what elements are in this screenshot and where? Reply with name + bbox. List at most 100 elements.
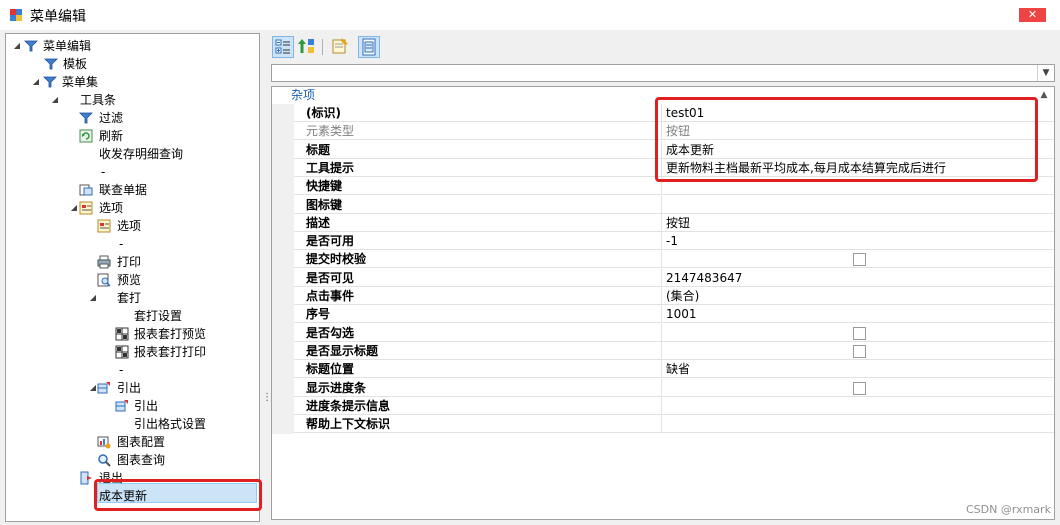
- property-name: 显示进度条: [306, 380, 367, 395]
- tree-node[interactable]: -: [6, 361, 256, 379]
- tree-node[interactable]: -: [6, 235, 256, 253]
- property-row[interactable]: 显示进度条: [294, 378, 1054, 397]
- expand-arrow-icon[interactable]: ◢: [50, 91, 60, 109]
- tree-node-label: 图表查询: [117, 453, 166, 467]
- properties-icon: [362, 38, 376, 56]
- property-row[interactable]: 序号 1001: [294, 305, 1054, 324]
- column-divider[interactable]: [661, 250, 662, 269]
- tree-node[interactable]: 刷新: [6, 127, 256, 145]
- tree-node-label: 刷新: [99, 129, 124, 143]
- column-divider[interactable]: [661, 268, 662, 287]
- menu-tree[interactable]: ◢ 菜单编辑 模板 ◢ 菜单集 ◢ 工具条 过滤 刷新 收发存明细查询 - 联查单据 ◢ 选项 选项 - 打印预…: [5, 33, 260, 522]
- properties-button[interactable]: [358, 36, 380, 58]
- property-name: 点击事件: [306, 289, 355, 303]
- property-checkbox[interactable]: [853, 253, 866, 267]
- categorized-button[interactable]: [272, 36, 294, 58]
- toolbar-separator: [322, 39, 323, 55]
- property-row[interactable]: 是否显示标题: [294, 341, 1054, 360]
- expand-arrow-icon[interactable]: ◢: [12, 37, 22, 55]
- tree-node[interactable]: 引出: [6, 397, 256, 415]
- tree-node[interactable]: 联查单据: [6, 181, 256, 199]
- object-selector[interactable]: ▼: [271, 64, 1055, 82]
- tree-node[interactable]: ◢ 选项: [6, 199, 256, 217]
- tree-node[interactable]: 预览: [6, 271, 256, 289]
- property-row[interactable]: 标题位置 缺省: [294, 360, 1054, 379]
- tree-node[interactable]: 报表套打预览: [6, 325, 256, 343]
- property-checkbox[interactable]: [853, 381, 866, 395]
- tree-node[interactable]: 报表套打打印: [6, 343, 256, 361]
- chevron-down-icon[interactable]: ▼: [1037, 65, 1054, 81]
- property-value[interactable]: 缺省: [666, 360, 690, 378]
- property-row[interactable]: 图标键: [294, 195, 1054, 214]
- property-checkbox[interactable]: [853, 326, 866, 340]
- alphabetical-button[interactable]: [297, 36, 319, 58]
- filter-icon: [43, 75, 57, 89]
- tree-node[interactable]: 选项: [6, 217, 256, 235]
- column-divider[interactable]: [661, 323, 662, 342]
- window-title: 菜单编辑: [30, 9, 86, 25]
- filter-icon: [79, 111, 93, 125]
- tree-node-label: 引出: [134, 399, 159, 413]
- property-value[interactable]: (集合): [666, 287, 699, 305]
- property-name: 工具提示: [306, 160, 355, 175]
- tree-node[interactable]: ◢ 工具条: [6, 91, 256, 109]
- tree-node[interactable]: 模板: [6, 55, 256, 73]
- property-row[interactable]: 提交时校验: [294, 250, 1054, 269]
- tree-node-label: 引出格式设置: [134, 417, 207, 431]
- property-row[interactable]: 是否可见 2147483647: [294, 268, 1054, 287]
- tree-node[interactable]: 打印: [6, 253, 256, 271]
- property-row[interactable]: 是否可用 -1: [294, 232, 1054, 251]
- title-bar: 菜单编辑 ✕: [0, 0, 1060, 30]
- column-divider[interactable]: [661, 378, 662, 397]
- column-divider[interactable]: [661, 232, 662, 251]
- tree-node[interactable]: 引出格式设置: [6, 415, 256, 433]
- property-value[interactable]: 按钮: [666, 214, 690, 232]
- column-divider[interactable]: [661, 195, 662, 214]
- tree-node-label: -: [101, 165, 106, 179]
- column-divider[interactable]: [661, 415, 662, 434]
- column-divider[interactable]: [661, 287, 662, 305]
- property-row[interactable]: 点击事件 (集合): [294, 287, 1054, 305]
- tree-node-label: 选项: [117, 219, 142, 233]
- tree-node-label: 套打设置: [134, 309, 183, 323]
- tree-node[interactable]: ◢ 引出: [6, 379, 256, 397]
- property-row[interactable]: 帮助上下文标识: [294, 415, 1054, 434]
- property-row[interactable]: 描述 按钮: [294, 213, 1054, 232]
- splitter-handle[interactable]: ⋮: [262, 393, 272, 415]
- collapse-icon[interactable]: ▲: [1038, 89, 1050, 101]
- property-pages-button[interactable]: [330, 36, 352, 58]
- property-name: 提交时校验: [306, 252, 367, 267]
- column-divider[interactable]: [661, 213, 662, 232]
- property-row[interactable]: 进度条提示信息: [294, 396, 1054, 415]
- expand-arrow-icon[interactable]: ◢: [88, 289, 98, 307]
- property-name: 快捷键: [306, 179, 343, 194]
- app-icon: [10, 9, 22, 21]
- tree-node[interactable]: 套打设置: [6, 307, 256, 325]
- column-divider[interactable]: [661, 396, 662, 415]
- tree-node[interactable]: -: [6, 163, 256, 181]
- tree-node-label: 预览: [117, 273, 142, 287]
- tree-node-label: 过滤: [99, 111, 124, 125]
- tree-node[interactable]: 收发存明细查询: [6, 145, 256, 163]
- column-divider[interactable]: [661, 360, 662, 379]
- expand-arrow-icon[interactable]: ◢: [31, 73, 41, 91]
- printer-icon: [97, 255, 111, 269]
- property-value[interactable]: 1001: [666, 305, 697, 323]
- property-checkbox[interactable]: [853, 344, 866, 358]
- column-divider[interactable]: [661, 341, 662, 360]
- tree-node-label: 联查单据: [99, 183, 148, 197]
- tree-node[interactable]: ◢ 菜单集: [6, 73, 256, 91]
- tree-node[interactable]: ◢ 套打: [6, 289, 256, 307]
- tree-node[interactable]: ◢ 菜单编辑: [6, 37, 256, 55]
- expand-arrow-icon[interactable]: ◢: [69, 199, 79, 217]
- property-row[interactable]: 是否勾选: [294, 323, 1054, 342]
- close-button[interactable]: ✕: [1019, 8, 1046, 22]
- tree-node[interactable]: 图表查询: [6, 451, 256, 469]
- filter-icon: [44, 57, 58, 71]
- tree-node[interactable]: 过滤: [6, 109, 256, 127]
- property-value[interactable]: -1: [666, 232, 678, 250]
- tree-node[interactable]: 图表配置: [6, 433, 256, 451]
- property-value[interactable]: 2147483647: [666, 269, 742, 287]
- column-divider[interactable]: [661, 305, 662, 324]
- categorized-icon: [275, 39, 290, 54]
